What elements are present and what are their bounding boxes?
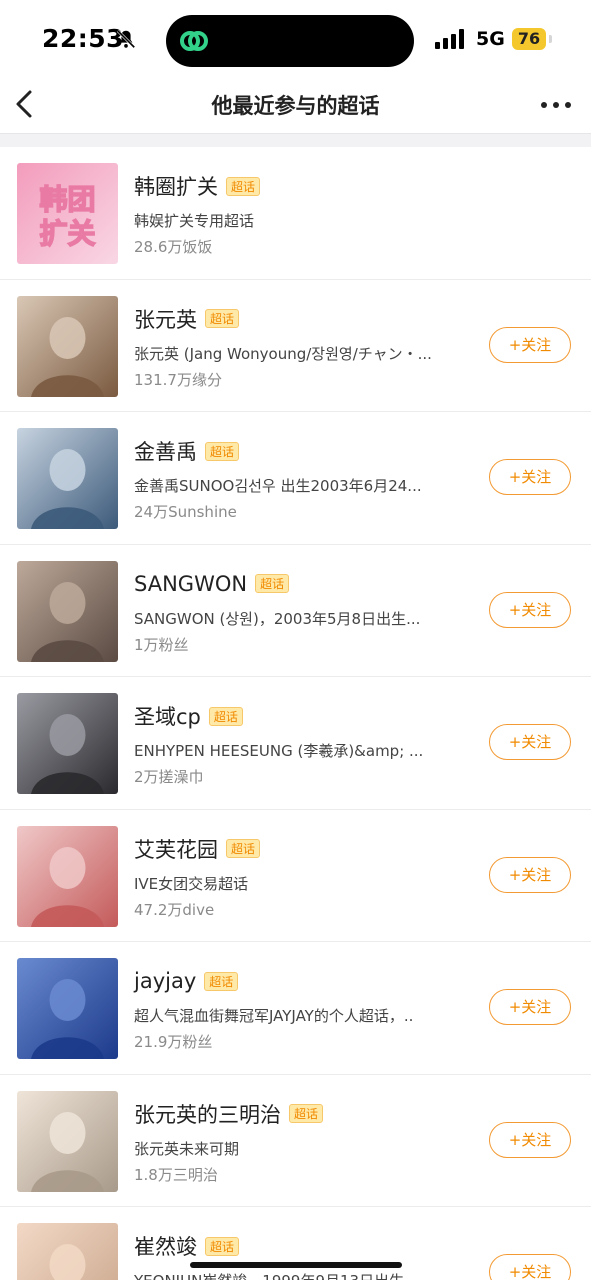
supertopic-thumbnail[interactable]: 韩团 扩关 [17,163,118,264]
supertopic-thumbnail[interactable] [17,560,118,662]
network-type: 5G [476,28,505,50]
status-bar: 22:53 5G 76 [0,0,591,80]
supertopic-follower-count: 131.7万缘分 [134,370,222,389]
follow-button[interactable]: +关注 [489,1121,571,1158]
supertopic-follower-count: 47.2万dive [134,900,215,919]
supertopic-badge: 超话 [289,1104,324,1123]
supertopic-description: SANGWON (상원)，2003年5月8日出生... [134,609,421,628]
supertopic-name[interactable]: SANGWON [134,572,247,596]
supertopic-name[interactable]: 艾芙花园 [134,834,218,864]
status-time: 22:53 [42,24,125,53]
supertopic-name[interactable]: jayjay [134,969,196,993]
supertopic-follower-count: 1.8万三明治 [134,1165,218,1184]
supertopic-thumbnail[interactable] [17,958,118,1059]
supertopic-item[interactable]: 崔然竣超话 YEONJUN崔然竣，1999年9月13日出生... +关注 [0,1207,591,1280]
supertopic-badge: 超话 [226,176,261,196]
supertopic-thumbnail[interactable] [17,295,118,397]
battery-tip [549,35,552,43]
supertopic-description: IVE女团交易超话 [134,874,249,893]
supertopic-thumbnail[interactable] [17,1223,118,1280]
supertopic-badge: 超话 [205,309,240,328]
supertopic-description: 张元英未来可期 [134,1139,240,1158]
nav-bar: 他最近参与的超话 [0,80,591,130]
supertopic-item[interactable]: SANGWON 超话 SANGWON (상원)，2003年5月8日出生... 1万粉丝… [0,545,591,677]
battery-icon: 76 [512,28,546,50]
more-options-icon[interactable] [538,90,574,120]
supertopic-badge: 超话 [205,441,240,461]
dynamic-island [166,15,414,67]
supertopic-title-row: 金善禹 超话 [134,436,240,466]
supertopic-follower-count: 2万搓澡巾 [134,768,204,786]
supertopic-name[interactable]: 张元英 [134,304,197,334]
supertopic-description: 韩娱扩关专用超话 [134,212,255,230]
supertopic-name[interactable]: 金善禹 [134,436,197,466]
supertopic-title-row: jayjay 超话 [134,966,239,996]
supertopic-item[interactable]: 圣域cp 超话 ENHYPEN HEESEUNG (李羲承)&amp; ... 2万搓… [0,677,591,810]
supertopic-follower-count: 24万Sunshine [134,503,237,521]
link-app-icon [180,31,208,51]
supertopic-thumbnail[interactable] [17,693,118,794]
supertopic-title-row: 圣域cp 超话 [134,701,243,731]
supertopic-follower-count: 1万粉丝 [134,635,189,654]
supertopic-description: 金善禹SUNOO김선우 出生2003年6月24... [134,477,422,495]
svg-text:扩关: 扩关 [39,217,95,250]
supertopic-description: 张元英 (Jang Wonyoung/장원영/チャン・... [134,344,432,363]
supertopic-item[interactable]: 张元英 超话张元英 (Jang Wonyoung/장원영/チャン・... 131.7… [0,280,591,412]
supertopic-title-row: 张元英的三明治 超话 [134,1099,324,1129]
svg-text:韩团: 韩团 [39,183,95,216]
supertopic-badge: 超话 [204,971,239,991]
follow-button[interactable]: +关注 [489,326,571,363]
supertopic-badge: 超话 [226,839,261,858]
follow-button[interactable]: +关注 [489,856,571,893]
supertopic-badge: 超话 [255,574,290,593]
supertopic-name[interactable]: 崔然竣 [134,1231,197,1261]
supertopic-thumbnail[interactable] [17,1090,118,1192]
supertopic-description: YEONJUN崔然竣，1999年9月13日出生... [134,1270,474,1280]
supertopic-title-row: 艾芙花园 超话 [134,834,261,864]
supertopic-follower-count: 28.6万饭饭 [134,238,213,256]
follow-button[interactable]: +关注 [489,989,571,1025]
supertopic-title-row: 韩圈扩关 超话 [134,171,261,201]
supertopic-title-row: SANGWON 超话 [134,569,290,599]
supertopic-list: 韩团 扩关 韩圈扩关 超话 韩娱扩关专用超话 28.6万饭饭 张元英 超话 张元英 (Jang … [0,147,591,1280]
supertopic-follower-count: 21.9万粉丝 [134,1033,213,1051]
supertopic-name[interactable]: 圣域cp [134,701,201,731]
follow-button[interactable]: +关注 [489,459,571,495]
supertopic-description: ENHYPEN HEESEUNG (李羲承)&amp; ... [134,742,424,760]
supertopic-badge: 超话 [208,706,243,726]
bell-off-icon [116,29,136,49]
supertopic-title-row: 张元英 超话 [134,304,240,334]
follow-button[interactable]: +关注 [489,591,571,628]
section-divider [0,133,591,147]
home-indicator [190,1262,402,1268]
follow-button[interactable]: +关注 [489,724,571,760]
supertopic-title-row: 崔然竣 超话 [134,1231,240,1261]
supertopic-name[interactable]: 张元英的三明治 [134,1099,281,1129]
supertopic-name[interactable]: 韩圈扩关 [134,171,218,201]
supertopic-thumbnail[interactable] [17,825,118,927]
supertopic-item[interactable]: 金善禹 超话金善禹SUNOO김선우 出生2003年6月24... 24万Sunshi… [0,412,591,545]
supertopic-badge: 超话 [205,1236,240,1256]
supertopic-item[interactable]: 艾芙花园 超话 IVE女团交易超话 47.2万dive +关注 [0,810,591,942]
follow-button[interactable]: +关注 [489,1254,571,1280]
supertopic-item[interactable]: 张元英的三明治 超话张元英未来可期 1.8万三明治 +关注 [0,1075,591,1207]
supertopic-item[interactable]: jayjay 超话超人气混血街舞冠军JAYJAY的个人超话，.. 21.9万粉丝 +关… [0,942,591,1075]
supertopic-thumbnail[interactable] [17,428,118,529]
page-title: 他最近参与的超话 [211,94,380,118]
signal-icon [435,29,464,49]
supertopic-description: 超人气混血街舞冠军JAYJAY的个人超话，.. [134,1007,414,1025]
supertopic-item[interactable]: 韩团 扩关 韩圈扩关 超话 韩娱扩关专用超话 28.6万饭饭 [0,147,591,280]
